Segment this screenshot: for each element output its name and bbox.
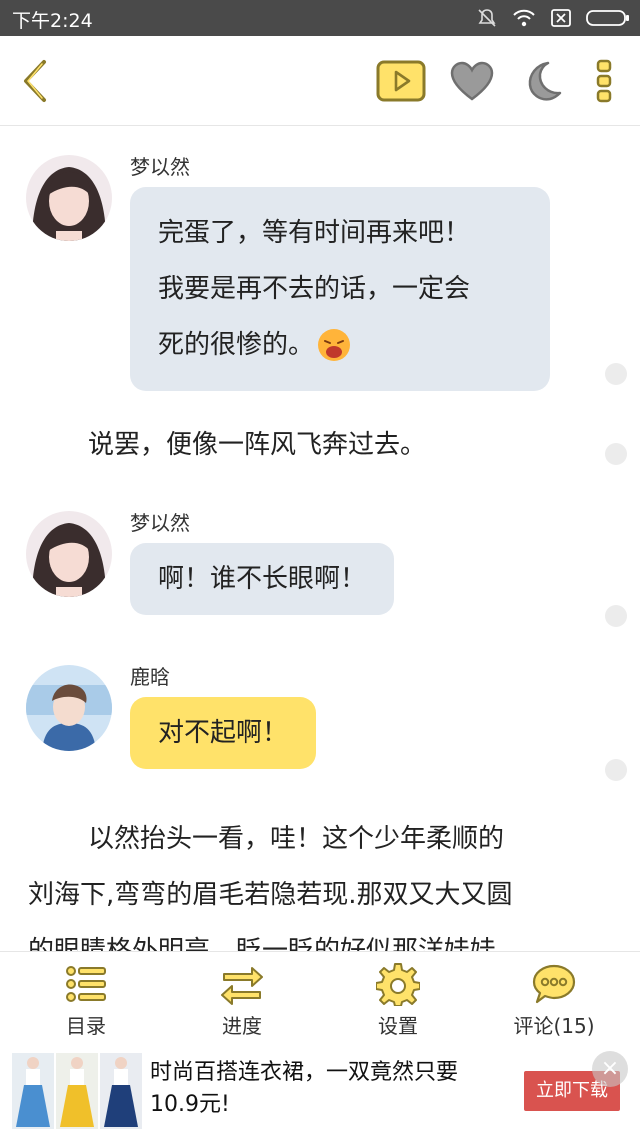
nav-catalog[interactable]: 目录 bbox=[26, 952, 146, 1046]
avatar-girl-image bbox=[26, 155, 112, 241]
crying-emoji-icon bbox=[318, 329, 351, 361]
ad-close-button[interactable]: × bbox=[592, 1051, 628, 1087]
sender-name: 鹿晗 bbox=[130, 665, 170, 689]
battery-icon bbox=[586, 10, 629, 26]
status-bar: 下午2:24 bbox=[0, 0, 640, 36]
heart-icon bbox=[450, 61, 494, 101]
no-sim-icon bbox=[551, 9, 571, 27]
avatar-girl-image bbox=[26, 511, 112, 597]
status-icons bbox=[476, 6, 630, 30]
comment-icon bbox=[532, 964, 576, 1004]
nav-progress[interactable]: 进度 bbox=[182, 952, 302, 1046]
message-bubble: 对不起啊！ bbox=[130, 697, 317, 769]
paragraph-comment-dot[interactable] bbox=[605, 605, 627, 627]
ad-text: 时尚百搭连衣裙，一双竟然只要10.9元! bbox=[150, 1060, 459, 1117]
narration-paragraph: 说罢，便像一阵风飞奔过去。 bbox=[88, 430, 427, 460]
ad-images bbox=[12, 1053, 142, 1129]
nav-label: 目录 bbox=[66, 1014, 106, 1038]
nav-label: 评论(15) bbox=[513, 1014, 595, 1038]
nav-comments[interactable]: 评论(15) bbox=[494, 952, 614, 1046]
narration-line: 以然抬头一看，哇！这个少年柔顺的 bbox=[88, 824, 505, 854]
reader-header bbox=[0, 36, 640, 126]
message-line: 啊！谁不长眼啊！ bbox=[158, 564, 367, 594]
ad-dress-image bbox=[12, 1053, 54, 1129]
avatar[interactable] bbox=[26, 511, 112, 597]
ad-banner[interactable]: 时尚百搭连衣裙，一双竟然只要10.9元! 立即下载 × bbox=[0, 1045, 640, 1138]
message-line: 我要是再不去的话，一定会 bbox=[158, 274, 471, 304]
message-line-with-emoji: 死的很惨的。 bbox=[158, 317, 522, 373]
paragraph-comment-dot[interactable] bbox=[605, 759, 627, 781]
progress-arrows-icon bbox=[221, 967, 263, 1005]
favorite-button[interactable] bbox=[446, 36, 498, 126]
nav-label: 进度 bbox=[222, 1014, 262, 1038]
avatar[interactable] bbox=[26, 665, 112, 751]
gear-icon bbox=[376, 963, 420, 1006]
nav-label: 设置 bbox=[378, 1014, 418, 1038]
more-vertical-icon bbox=[596, 59, 612, 103]
more-menu-button[interactable] bbox=[584, 36, 624, 126]
ad-dress-image bbox=[56, 1053, 98, 1129]
nav-settings[interactable]: 设置 bbox=[338, 952, 458, 1046]
narration-line: 的眼睛格外明亮，眨一眨的好似那洋娃娃 bbox=[28, 936, 497, 951]
ad-dress-image bbox=[100, 1053, 142, 1129]
avatar[interactable] bbox=[26, 155, 112, 241]
narration-line: 刘海下,弯弯的眉毛若隐若现.那双又大又圆 bbox=[28, 880, 513, 910]
message-bubble: 啊！谁不长眼啊！ bbox=[130, 543, 395, 615]
back-button[interactable] bbox=[10, 36, 60, 126]
mute-bell-icon bbox=[478, 9, 496, 27]
message-line: 死的很惨的。 bbox=[158, 330, 315, 360]
bottom-nav: 目录 进度 设置 评论(15) bbox=[0, 951, 640, 1045]
avatar-boy-image bbox=[26, 665, 112, 751]
message-line: 完蛋了，等有时间再来吧！ bbox=[158, 218, 471, 248]
play-icon bbox=[376, 60, 426, 102]
message-bubble: 完蛋了，等有时间再来吧！ 我要是再不去的话，一定会 死的很惨的。 bbox=[130, 187, 550, 391]
sender-name: 梦以然 bbox=[130, 511, 190, 535]
paragraph-comment-dot[interactable] bbox=[605, 443, 627, 465]
back-chevron-icon bbox=[24, 60, 46, 102]
paragraph-comment-dot[interactable] bbox=[605, 363, 627, 385]
play-button[interactable] bbox=[374, 36, 428, 126]
narration-paragraph: 以然抬头一看，哇！这个少年柔顺的 刘海下,弯弯的眉毛若隐若现.那双又大又圆 的眼… bbox=[28, 811, 598, 951]
chat-story-content[interactable]: 梦以然 完蛋了，等有时间再来吧！ 我要是再不去的话，一定会 死的很惨的。 说罢，… bbox=[0, 127, 640, 951]
sender-name: 梦以然 bbox=[130, 155, 190, 179]
night-mode-button[interactable] bbox=[516, 36, 568, 126]
message-line: 对不起啊！ bbox=[158, 718, 289, 748]
list-icon bbox=[66, 966, 106, 1002]
moon-icon bbox=[528, 61, 562, 101]
status-time: 下午2:24 bbox=[12, 10, 93, 32]
wifi-icon bbox=[513, 9, 535, 27]
